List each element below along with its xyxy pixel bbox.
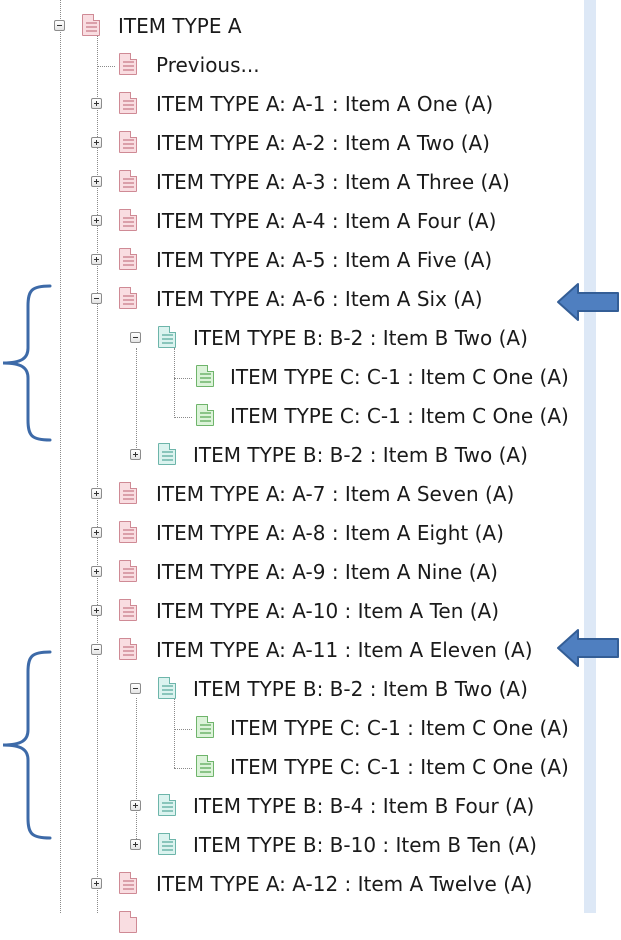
tree-node-label: ITEM TYPE A: A-6 : Item A Six (A) [156, 287, 483, 311]
tree-node-label: ITEM TYPE C: C-1 : Item C One (A) [230, 404, 569, 428]
tree-node-label: Previous... [156, 53, 260, 77]
expand-toggle-icon[interactable] [91, 215, 102, 226]
tree-node-label: ITEM TYPE B: B-4 : Item B Four (A) [193, 794, 535, 818]
document-pink-icon [119, 92, 137, 114]
tree-node-a7[interactable]: ITEM TYPE A: A-7 : Item A Seven (A) [91, 477, 561, 511]
document-green-icon [196, 716, 214, 738]
tree-node-label: ITEM TYPE A: A-1 : Item A One (A) [156, 92, 494, 116]
document-pink-icon [119, 287, 137, 309]
tree-node-a11[interactable]: ITEM TYPE A: A-11 : Item A Eleven (A) [91, 633, 561, 667]
expand-toggle-icon[interactable] [91, 254, 102, 265]
document-teal-icon [158, 443, 176, 465]
document-green-icon [196, 365, 214, 387]
tree-node-a1[interactable]: ITEM TYPE A: A-1 : Item A One (A) [91, 87, 561, 121]
expand-toggle-icon[interactable] [91, 878, 102, 889]
tree-node-a4[interactable]: ITEM TYPE A: A-4 : Item A Four (A) [91, 204, 561, 238]
tree-node-b2[interactable]: ITEM TYPE B: B-2 : Item B Two (A) [130, 672, 570, 706]
tree-node-label: ITEM TYPE B: B-2 : Item B Two (A) [193, 326, 528, 350]
document-pink-icon [119, 209, 137, 231]
expand-toggle-icon[interactable] [91, 605, 102, 616]
document-pink-icon [119, 560, 137, 582]
tree-node-b4[interactable]: ITEM TYPE B: B-4 : Item B Four (A) [130, 789, 570, 823]
document-teal-icon [158, 833, 176, 855]
tree-node-a9[interactable]: ITEM TYPE A: A-9 : Item A Nine (A) [91, 555, 561, 589]
document-pink-icon [119, 521, 137, 543]
tree-node-a6[interactable]: ITEM TYPE A: A-6 : Item A Six (A) [91, 282, 561, 316]
collapse-toggle-icon[interactable] [91, 293, 102, 304]
tree-node-label: ITEM TYPE B: B-2 : Item B Two (A) [193, 443, 528, 467]
tree-node-c1[interactable]: ITEM TYPE C: C-1 : Item C One (A) [168, 711, 588, 745]
document-green-icon [196, 755, 214, 777]
tree-node-label: ITEM TYPE B: B-2 : Item B Two (A) [193, 677, 528, 701]
expand-toggle-icon[interactable] [91, 176, 102, 187]
tree-node-a2[interactable]: ITEM TYPE A: A-2 : Item A Two (A) [91, 126, 561, 160]
tree-node-root[interactable]: ITEM TYPE A [54, 9, 254, 43]
tree-node-label: ITEM TYPE B: B-10 : Item B Ten (A) [193, 833, 537, 857]
collapse-toggle-icon[interactable] [130, 683, 141, 694]
tree-node-label: ITEM TYPE A: A-2 : Item A Two (A) [156, 131, 490, 155]
tree-node-label: ITEM TYPE A: A-5 : Item A Five (A) [156, 248, 493, 272]
tree-node-label: ITEM TYPE C: C-1 : Item C One (A) [230, 755, 569, 779]
tree-node-label: ITEM TYPE C: C-1 : Item C One (A) [230, 365, 569, 389]
expand-toggle-icon[interactable] [91, 488, 102, 499]
curly-brace-icon [2, 650, 52, 840]
curly-brace-icon [2, 284, 52, 442]
document-teal-icon [158, 677, 176, 699]
document-pink-icon [119, 638, 137, 660]
tree-node-b2[interactable]: ITEM TYPE B: B-2 : Item B Two (A) [130, 321, 570, 355]
expand-toggle-icon[interactable] [130, 800, 141, 811]
left-arrow-icon [557, 629, 619, 667]
collapse-toggle-icon[interactable] [91, 644, 102, 655]
tree-node-partial [91, 906, 151, 940]
document-pink-icon [119, 911, 137, 933]
tree-node-previous[interactable]: Previous... [91, 48, 291, 82]
tree-node-label: ITEM TYPE A: A-9 : Item A Nine (A) [156, 560, 498, 584]
tree-node-label: ITEM TYPE C: C-1 : Item C One (A) [230, 716, 569, 740]
document-pink-icon [119, 53, 137, 75]
tree-node-b2[interactable]: ITEM TYPE B: B-2 : Item B Two (A) [130, 438, 570, 472]
tree-node-a5[interactable]: ITEM TYPE A: A-5 : Item A Five (A) [91, 243, 561, 277]
tree-node-a3[interactable]: ITEM TYPE A: A-3 : Item A Three (A) [91, 165, 561, 199]
document-pink-icon [119, 482, 137, 504]
document-green-icon [196, 404, 214, 426]
tree-node-label: ITEM TYPE A: A-8 : Item A Eight (A) [156, 521, 504, 545]
tree-node-c1[interactable]: ITEM TYPE C: C-1 : Item C One (A) [168, 399, 588, 433]
expand-toggle-icon[interactable] [91, 137, 102, 148]
tree-node-label: ITEM TYPE A: A-12 : Item A Twelve (A) [156, 872, 533, 896]
tree-node-label: ITEM TYPE A: A-10 : Item A Ten (A) [156, 599, 500, 623]
tree-node-c1[interactable]: ITEM TYPE C: C-1 : Item C One (A) [168, 750, 588, 784]
expand-toggle-icon[interactable] [91, 527, 102, 538]
expand-toggle-icon[interactable] [130, 839, 141, 850]
document-pink-icon [119, 131, 137, 153]
tree-node-label: ITEM TYPE A: A-7 : Item A Seven (A) [156, 482, 515, 506]
tree-node-label: ITEM TYPE A: A-4 : Item A Four (A) [156, 209, 497, 233]
document-pink-icon [119, 599, 137, 621]
tree-node-b10[interactable]: ITEM TYPE B: B-10 : Item B Ten (A) [130, 828, 570, 862]
tree-node-label: ITEM TYPE A [118, 14, 242, 38]
tree-node-label: ITEM TYPE A: A-11 : Item A Eleven (A) [156, 638, 533, 662]
document-pink-icon [82, 14, 100, 36]
tree-node-c1[interactable]: ITEM TYPE C: C-1 : Item C One (A) [168, 360, 588, 394]
expand-toggle-icon[interactable] [91, 98, 102, 109]
tree-node-a8[interactable]: ITEM TYPE A: A-8 : Item A Eight (A) [91, 516, 561, 550]
expand-toggle-icon[interactable] [130, 449, 141, 460]
left-arrow-icon [557, 283, 619, 321]
tree-node-a12[interactable]: ITEM TYPE A: A-12 : Item A Twelve (A) [91, 867, 561, 901]
tree-node-label: ITEM TYPE A: A-3 : Item A Three (A) [156, 170, 510, 194]
document-teal-icon [158, 794, 176, 816]
tree-node-a10[interactable]: ITEM TYPE A: A-10 : Item A Ten (A) [91, 594, 561, 628]
collapse-toggle-icon[interactable] [130, 332, 141, 343]
document-teal-icon [158, 326, 176, 348]
document-pink-icon [119, 872, 137, 894]
collapse-toggle-icon[interactable] [54, 20, 65, 31]
document-pink-icon [119, 170, 137, 192]
expand-toggle-icon[interactable] [91, 566, 102, 577]
document-pink-icon [119, 248, 137, 270]
